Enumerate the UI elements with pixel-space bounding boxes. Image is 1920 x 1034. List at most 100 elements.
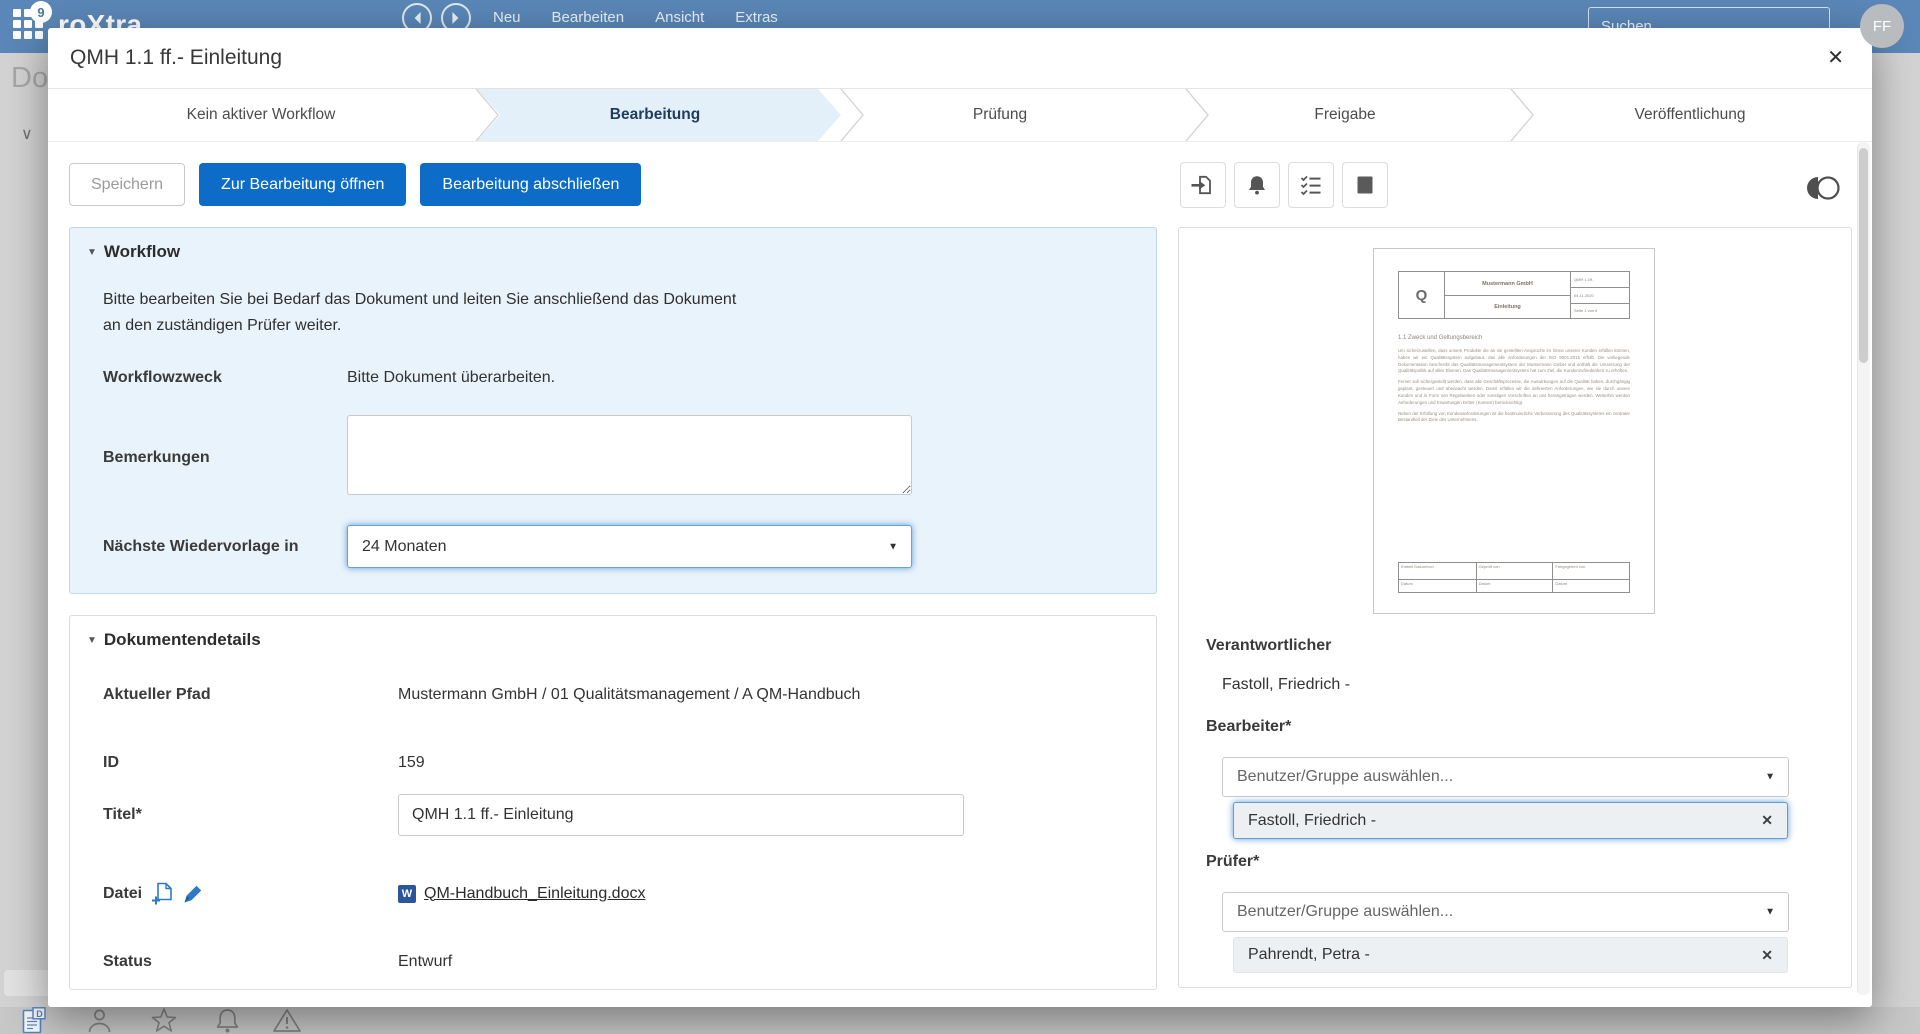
preview-company: Mustermann GmbH [1482,280,1533,287]
preview-header-table: Q Mustermann GmbH Einleitung QMH 1.1ff. … [1398,271,1630,319]
preview-footer-cell: Freigegeben von [1552,563,1629,579]
save-button[interactable]: Speichern [69,163,186,206]
details-card-header[interactable]: ▼ Dokumentendetails [70,616,1156,650]
document-preview[interactable]: Q Mustermann GmbH Einleitung QMH 1.1ff. … [1373,248,1655,614]
id-row: ID 159 [103,754,1100,772]
close-icon[interactable]: ✕ [1821,47,1850,69]
open-for-editing-button[interactable]: Zur Bearbeitung öffnen [199,163,407,206]
step-separator-icon [1510,89,1534,141]
bearbeiter-chip[interactable]: Fastoll, Friedrich - ✕ [1233,802,1788,839]
pruefer-placeholder: Benutzer/Gruppe auswählen... [1237,903,1454,920]
bemerkungen-textarea[interactable] [347,415,912,495]
status-label: Status [103,953,152,970]
finish-editing-button[interactable]: Bearbeitung abschließen [420,163,642,206]
screen: 9 roXtra Neu Bearbeiten Ansicht Extras S… [0,0,1920,1034]
bearbeiter-placeholder: Benutzer/Gruppe auswählen... [1237,768,1454,785]
top-menu: Neu Bearbeiten Ansicht Extras [493,9,778,26]
bell-icon [1249,176,1265,195]
collapse-chevron-icon[interactable]: ∨ [21,124,33,144]
tool-button-row [1180,162,1388,208]
id-value: 159 [398,754,425,771]
pruefer-select[interactable]: Benutzer/Gruppe auswählen... ▼ [1222,892,1789,932]
id-label: ID [103,754,119,771]
step-kein-aktiver-workflow[interactable]: Kein aktiver Workflow [187,89,336,141]
preview-footer-cell: Datum [1399,579,1476,592]
right-panel-card: Q Mustermann GmbH Einleitung QMH 1.1ff. … [1178,227,1852,988]
wiedervorlage-row: Nächste Wiedervorlage in 24 Monaten ▼ [103,525,1100,568]
stop-square-icon [1357,176,1373,194]
bell-icon[interactable] [213,1007,242,1034]
preview-paragraph: Um sicherzustellen, dass unsere Produkte… [1398,348,1630,374]
collapse-caret-icon: ▼ [87,247,97,258]
checklist-button[interactable] [1288,162,1334,208]
file-link[interactable]: QM-Handbuch_Einleitung.docx [424,885,645,903]
preview-footer-cell: Geprüft von [1475,563,1553,579]
step-veroeffentlichung[interactable]: Veröffentlichung [1635,89,1746,141]
bemerkungen-label: Bemerkungen [103,448,210,466]
step-bearbeitung[interactable]: Bearbeitung [610,89,700,141]
step-freigabe[interactable]: Freigabe [1314,89,1375,141]
preview-paragraph: Neben der Erfüllung von Kundenanforderun… [1398,410,1630,423]
person-icon[interactable] [86,1007,113,1034]
bearbeiter-chip-label: Fastoll, Friedrich - [1248,811,1377,829]
datei-row: Datei W QM-Handbuch_Einleitung.docx [103,882,1100,905]
bearbeiter-select[interactable]: Benutzer/Gruppe auswählen... ▼ [1222,757,1789,797]
edit-pen-icon[interactable] [183,884,203,904]
step-separator-icon [840,89,864,141]
stop-button[interactable] [1342,162,1388,208]
step-pruefung[interactable]: Prüfung [973,89,1027,141]
workflowzweck-label: Workflowzweck [103,369,222,386]
dialog-title: QMH 1.1 ff.- Einleitung [70,46,283,69]
remove-icon[interactable]: ✕ [1761,947,1773,964]
bemerkungen-row: Bemerkungen [103,415,1100,500]
scrollbar-thumb[interactable] [1859,148,1868,363]
add-file-icon[interactable] [152,882,173,905]
titel-input[interactable] [398,794,964,836]
step-separator-icon [1185,89,1209,141]
pfad-label: Aktueller Pfad [103,686,211,703]
notifications-button[interactable] [1234,162,1280,208]
step-separator-icon [475,89,499,141]
preview-body-text: Um sicherzustellen, dass unsere Produkte… [1398,348,1630,428]
workflow-card-header[interactable]: ▼ Workflow [70,228,1156,262]
workflowzweck-value: Bitte Dokument überarbeiten. [347,369,556,386]
checkin-document-button[interactable] [1180,162,1226,208]
titel-row: Titel* [103,794,1100,836]
pruefer-chip[interactable]: Pahrendt, Petra - ✕ [1233,937,1788,973]
preview-doc-no: QMH 1.1ff. [1574,277,1594,283]
preview-doc-title: Einleitung [1445,295,1570,318]
preview-paragraph: Ferner soll sichergestellt werden, dass … [1398,379,1630,405]
wiedervorlage-label: Nächste Wiedervorlage in [103,537,299,555]
preview-section-heading: 1.1 Zweck und Geltungsbereich [1398,335,1483,341]
details-card-title: Dokumentendetails [103,630,261,649]
dialog-header: QMH 1.1 ff.- Einleitung ✕ [48,28,1872,88]
chevron-down-icon: ▼ [888,541,898,552]
verantwortlicher-value: Fastoll, Friedrich - [1222,676,1351,693]
document-details-card: ▼ Dokumentendetails Aktueller Pfad Muster… [69,615,1157,990]
avatar[interactable]: FF [1860,4,1904,48]
star-icon[interactable] [150,1007,178,1034]
menu-item-bearbeiten[interactable]: Bearbeiten [552,9,625,26]
document-d-icon[interactable]: D [20,1007,48,1034]
workflow-intro-text: Bitte bearbeiten Sie bei Bedarf das Doku… [103,287,1100,339]
menu-item-neu[interactable]: Neu [493,9,521,26]
workflow-card-title: Workflow [103,242,181,261]
preview-logo: Q [1399,272,1445,318]
menu-item-ansicht[interactable]: Ansicht [655,9,704,26]
verantwortlicher-label: Verantwortlicher [1206,637,1332,654]
preview-footer-cell: Datum [1475,579,1553,592]
pruefer-chip-label: Pahrendt, Petra - [1248,946,1370,963]
titel-label: Titel* [103,806,142,823]
bearbeiter-label: Bearbeiter* [1206,718,1292,735]
workflowzweck-row: Workflowzweck Bitte Dokument überarbeite… [103,369,1100,387]
contrast-toggle-icon[interactable] [1804,174,1842,202]
wiedervorlage-select[interactable]: 24 Monaten ▼ [347,525,912,568]
status-row: Status Entwurf [103,953,1100,971]
preview-footer-cell: Datum [1552,579,1629,592]
checkin-document-icon [1191,175,1211,195]
remove-icon[interactable]: ✕ [1761,812,1773,829]
preview-footer-cell: Erstellt Datum/von [1401,564,1434,569]
datei-label: Datei [103,884,143,902]
warning-icon[interactable] [271,1007,303,1034]
menu-item-extras[interactable]: Extras [735,9,778,26]
